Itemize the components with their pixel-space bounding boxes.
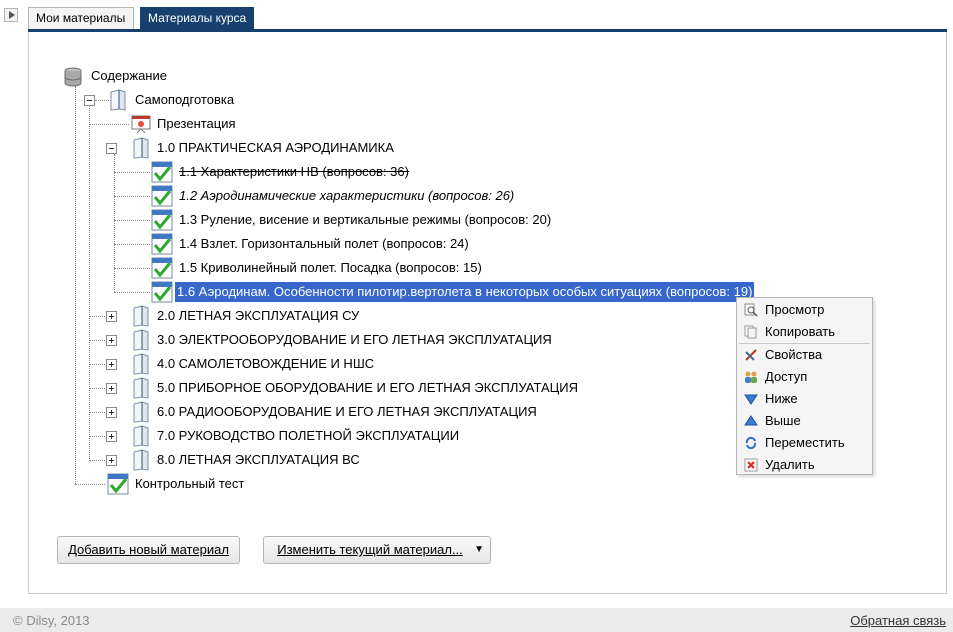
tree-node-label: 8.0 ЛЕТНАЯ ЭКСПЛУАТАЦИЯ ВС	[157, 452, 360, 467]
tree-line	[114, 154, 115, 292]
book-icon	[131, 137, 151, 159]
tree-line	[75, 86, 76, 484]
book-icon	[131, 425, 151, 447]
users-icon	[745, 371, 757, 383]
checked-test-icon	[151, 281, 173, 303]
tree-node-label: 4.0 САМОЛЕТОВОЖДЕНИЕ И НШС	[157, 356, 375, 371]
book-icon	[131, 305, 151, 327]
tree-item-label: 1.4 Взлет. Горизонтальный полет (вопросо…	[179, 236, 469, 251]
expand-toggle[interactable]	[106, 335, 117, 346]
tree-item-label: 1.1 Характеристики НВ (вопросов: 36)	[179, 164, 409, 179]
checked-test-icon	[151, 161, 173, 183]
copyright: © Dilsy, 2013	[13, 613, 90, 628]
chevron-down-icon: ▼	[474, 544, 484, 555]
collapse-toggle[interactable]	[84, 95, 95, 106]
expand-toggle[interactable]	[106, 311, 117, 322]
expand-toggle[interactable]	[106, 383, 117, 394]
menu-item-label: Свойства	[765, 347, 823, 362]
tree-line	[89, 124, 129, 125]
add-material-button[interactable]: Добавить новый материал	[57, 536, 240, 564]
tree-line	[114, 268, 150, 269]
tree-node-label: 6.0 РАДИООБОРУДОВАНИЕ И ЕГО ЛЕТНАЯ ЭКСПЛ…	[157, 404, 537, 419]
expand-toggle[interactable]	[106, 455, 117, 466]
add-material-label: Добавить новый материал	[68, 542, 229, 557]
move-icon	[745, 436, 757, 450]
menu-item-label: Ниже	[765, 391, 798, 406]
tree-line	[89, 388, 107, 389]
menu-item-copy[interactable]: Копировать	[737, 321, 872, 343]
tree-line	[114, 292, 150, 293]
collapse-toggle[interactable]	[106, 143, 117, 154]
feedback-link[interactable]: Обратная связь	[850, 613, 946, 628]
expand-toggle[interactable]	[106, 431, 117, 442]
menu-item-access[interactable]: Доступ	[737, 366, 872, 388]
tree-line	[95, 100, 109, 101]
tree-item-label: 1.5 Криволинейный полет. Посадка (вопрос…	[179, 260, 482, 275]
book-icon	[131, 377, 151, 399]
menu-item-view[interactable]: Просмотр	[737, 299, 872, 321]
tree-node-label: 5.0 ПРИБОРНОЕ ОБОРУДОВАНИЕ И ЕГО ЛЕТНАЯ …	[157, 380, 578, 395]
tree-line	[89, 340, 107, 341]
menu-item-label: Копировать	[765, 324, 835, 339]
magnifier-icon	[744, 303, 758, 317]
tree-line	[114, 196, 150, 197]
book-icon	[131, 353, 151, 375]
arrow-up-icon	[744, 415, 758, 426]
checked-test-icon	[151, 257, 173, 279]
checked-test-icon	[151, 209, 173, 231]
properties-icon	[745, 349, 757, 361]
tree-line	[114, 220, 150, 221]
edit-material-button[interactable]: Изменить текущий материал... ▼	[263, 536, 491, 564]
menu-item-label: Удалить	[765, 457, 815, 472]
context-menu: Просмотр Копировать Свойства Доступ Ниже…	[736, 297, 873, 475]
tree-item-label: 1.3 Руление, висение и вертикальные режи…	[179, 212, 552, 227]
tree-node-label: Контрольный тест	[135, 476, 245, 491]
tree-node-label: 3.0 ЭЛЕКТРООБОРУДОВАНИЕ И ЕГО ЛЕТНАЯ ЭКС…	[157, 332, 552, 347]
delete-icon	[744, 458, 758, 472]
tree-line	[89, 316, 107, 317]
book-icon	[131, 449, 151, 471]
tree-line	[89, 460, 107, 461]
menu-item-properties[interactable]: Свойства	[737, 344, 872, 366]
tree-item-label: 1.6 Аэродинам. Особенности пилотир.верто…	[175, 282, 755, 302]
tree-line	[114, 172, 150, 173]
book-icon	[131, 401, 151, 423]
menu-item-down[interactable]: Ниже	[737, 388, 872, 410]
menu-item-up[interactable]: Выше	[737, 410, 872, 432]
tree-node-label: Презентация	[157, 116, 236, 131]
tree-node-label: 2.0 ЛЕТНАЯ ЭКСПЛУАТАЦИЯ СУ	[157, 308, 360, 323]
tree-node-label: Самоподготовка	[135, 92, 235, 107]
copy-icon	[744, 325, 757, 339]
tree-item-label: 1.2 Аэродинамические характеристики (воп…	[179, 188, 515, 203]
database-icon	[63, 67, 83, 87]
edit-material-label: Изменить текущий материал...	[277, 542, 463, 557]
tree-line	[89, 364, 107, 365]
tree-line	[89, 412, 107, 413]
checked-test-icon	[151, 233, 173, 255]
checked-test-icon	[107, 473, 129, 495]
checked-test-icon	[151, 185, 173, 207]
tree-line	[114, 244, 150, 245]
menu-item-label: Выше	[765, 413, 801, 428]
book-icon	[131, 329, 151, 351]
tree-root-label: Содержание	[91, 68, 167, 83]
footer: © Dilsy, 2013 Обратная связь	[0, 608, 953, 632]
expand-toggle[interactable]	[106, 407, 117, 418]
menu-item-move[interactable]: Переместить	[737, 432, 872, 454]
tree-line	[89, 106, 90, 461]
tree-node-label: 7.0 РУКОВОДСТВО ПОЛЕТНОЙ ЭКСПЛУАТАЦИИ	[157, 428, 460, 443]
menu-item-label: Доступ	[765, 369, 808, 384]
tree-line	[75, 484, 105, 485]
menu-item-delete[interactable]: Удалить	[737, 454, 872, 476]
expand-toggle[interactable]	[106, 359, 117, 370]
arrow-down-icon	[744, 394, 758, 405]
menu-item-label: Просмотр	[765, 302, 825, 317]
presentation-icon	[131, 114, 151, 134]
book-icon	[108, 89, 128, 111]
menu-item-label: Переместить	[765, 435, 845, 450]
tree-line	[89, 436, 107, 437]
tree-node-label: 1.0 ПРАКТИЧЕСКАЯ АЭРОДИНАМИКА	[157, 140, 394, 155]
